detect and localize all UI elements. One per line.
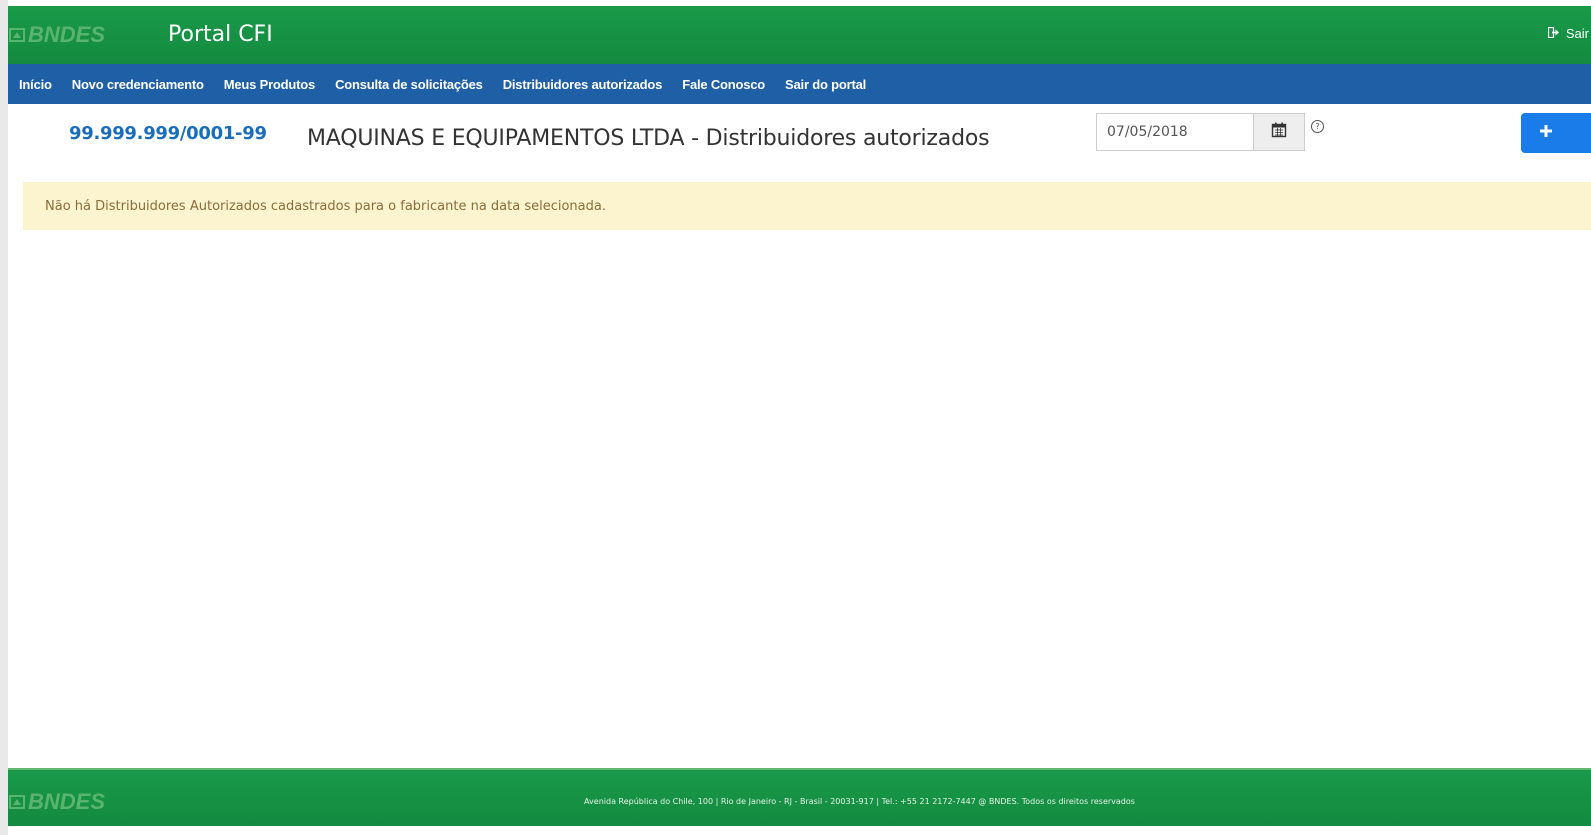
nav-item-meus-produtos[interactable]: Meus Produtos <box>214 77 325 92</box>
bndes-logo[interactable]: BNDES <box>8 22 105 48</box>
plus-icon <box>1539 124 1553 143</box>
logout-label: Sair <box>1565 26 1589 41</box>
top-header: BNDES Portal CFI Sair <box>8 6 1591 64</box>
nav-item-sair-do-portal[interactable]: Sair do portal <box>775 77 876 92</box>
nav-item-distribuidores-autorizados[interactable]: Distribuidores autorizados <box>493 77 673 92</box>
question-circle-icon[interactable]: ? <box>1311 120 1324 133</box>
sign-out-icon <box>1547 26 1560 41</box>
footer: BNDES Avenida República do Chile, 100 | … <box>8 768 1591 826</box>
left-edge <box>0 0 8 835</box>
portal-title: Portal CFI <box>168 22 273 47</box>
main-nav: Início Novo credenciamento Meus Produtos… <box>8 64 1591 104</box>
company-cnpj: 99.999.999/0001-99 <box>69 123 267 144</box>
calendar-button[interactable] <box>1253 113 1305 151</box>
page: BNDES Portal CFI Sair Início Novo creden… <box>0 0 1591 835</box>
add-distributor-button[interactable] <box>1521 113 1591 153</box>
nav-item-consulta-solicitacoes[interactable]: Consulta de solicitações <box>325 77 493 92</box>
nav-item-inicio[interactable]: Início <box>8 77 62 92</box>
nav-item-fale-conosco[interactable]: Fale Conosco <box>672 77 775 92</box>
calendar-icon <box>1271 122 1287 143</box>
page-title: MAQUINAS E EQUIPAMENTOS LTDA - Distribui… <box>307 126 990 151</box>
logout-button[interactable]: Sair <box>1547 26 1591 41</box>
footer-address: Avenida República do Chile, 100 | Rio de… <box>584 797 1135 806</box>
bndes-logo-icon <box>8 26 26 44</box>
nav-item-novo-credenciamento[interactable]: Novo credenciamento <box>62 77 214 92</box>
date-picker <box>1096 113 1305 151</box>
brand-text: BNDES <box>28 22 106 47</box>
no-distributors-alert: Não há Distribuidores Autorizados cadast… <box>23 182 1591 230</box>
date-input[interactable] <box>1096 113 1253 151</box>
